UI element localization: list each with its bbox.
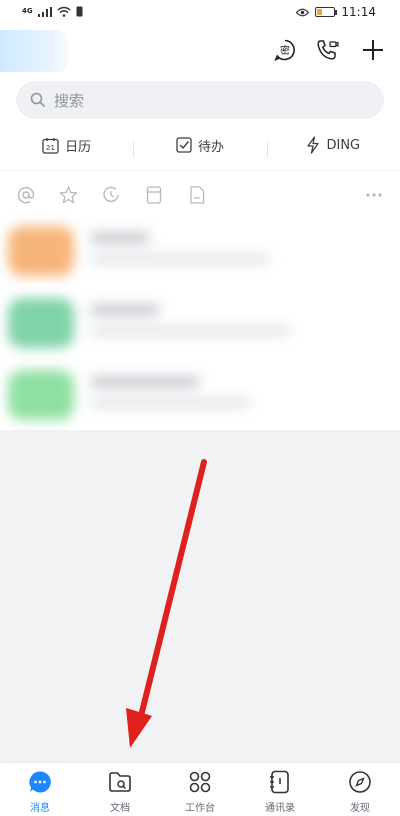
search-placeholder: 搜索 bbox=[54, 91, 85, 110]
user-avatar[interactable] bbox=[0, 30, 68, 72]
tab-workbench[interactable]: 工作台 bbox=[160, 763, 240, 816]
tab-discover[interactable]: 发现 bbox=[320, 763, 400, 816]
bottom-tab-bar: 消息 文档 工作台 通讯录 发现 bbox=[0, 762, 400, 816]
quick-calendar-label: 日历 bbox=[65, 139, 92, 155]
search-input[interactable]: 搜索 bbox=[16, 81, 384, 119]
chat-title bbox=[90, 304, 160, 316]
checkbox-icon bbox=[176, 137, 192, 153]
tab-label: 工作台 bbox=[185, 803, 215, 814]
status-time: 11:14 bbox=[341, 5, 376, 19]
wifi-icon bbox=[57, 6, 71, 17]
message-icon bbox=[27, 769, 53, 795]
network-type: 4G bbox=[22, 7, 33, 15]
star-icon[interactable] bbox=[58, 185, 78, 205]
at-icon[interactable] bbox=[16, 185, 36, 205]
quick-todo-button[interactable]: 待办 bbox=[133, 136, 266, 158]
chat-item[interactable] bbox=[0, 358, 400, 428]
quick-calendar-button[interactable]: 21 日历 bbox=[0, 136, 133, 155]
tab-label: 发现 bbox=[350, 803, 370, 814]
status-bar: 4G 11:14 bbox=[0, 0, 400, 26]
contacts-icon bbox=[267, 769, 293, 795]
card-icon[interactable] bbox=[144, 185, 164, 205]
tab-label: 通讯录 bbox=[265, 803, 295, 814]
document-icon[interactable] bbox=[187, 185, 207, 205]
search-icon bbox=[30, 92, 46, 108]
calendar-day: 21 bbox=[46, 144, 55, 152]
tab-label: 消息 bbox=[30, 803, 50, 814]
sim-icon bbox=[76, 6, 83, 17]
battery-icon bbox=[315, 7, 338, 17]
tab-documents[interactable]: 文档 bbox=[80, 763, 160, 816]
tab-contacts[interactable]: 通讯录 bbox=[240, 763, 320, 816]
chat-preview bbox=[90, 254, 270, 264]
clock-icon[interactable] bbox=[101, 185, 121, 205]
tab-label: 文档 bbox=[110, 803, 130, 814]
signal-icon bbox=[37, 6, 52, 17]
workbench-icon bbox=[187, 769, 213, 795]
chat-avatar bbox=[8, 298, 74, 348]
discover-icon bbox=[347, 769, 373, 795]
chat-avatar bbox=[8, 226, 74, 276]
secret-label: 密 bbox=[280, 44, 290, 57]
plus-icon[interactable] bbox=[360, 37, 386, 63]
quick-ding-label: DING bbox=[326, 137, 361, 153]
chat-preview bbox=[90, 398, 250, 408]
lightning-icon bbox=[307, 136, 320, 154]
phone-call-icon[interactable] bbox=[314, 37, 340, 63]
secret-chat-icon[interactable]: 密 bbox=[272, 37, 298, 63]
filter-row bbox=[0, 182, 400, 208]
quick-todo-label: 待办 bbox=[197, 139, 224, 155]
folder-icon bbox=[107, 769, 133, 795]
tab-messages[interactable]: 消息 bbox=[0, 763, 80, 816]
chat-preview bbox=[90, 326, 290, 336]
chat-title bbox=[90, 376, 200, 388]
eye-icon bbox=[296, 8, 310, 16]
chat-item[interactable] bbox=[0, 214, 400, 284]
chat-title bbox=[90, 232, 150, 244]
chat-avatar bbox=[8, 370, 74, 420]
chat-item[interactable] bbox=[0, 286, 400, 356]
calendar-icon: 21 bbox=[42, 137, 59, 154]
divider bbox=[0, 170, 400, 171]
quick-actions: 21 日历 待办 DING bbox=[0, 130, 400, 160]
quick-ding-button[interactable]: DING bbox=[266, 136, 400, 158]
chat-list bbox=[0, 214, 400, 430]
more-icon[interactable] bbox=[364, 185, 384, 205]
